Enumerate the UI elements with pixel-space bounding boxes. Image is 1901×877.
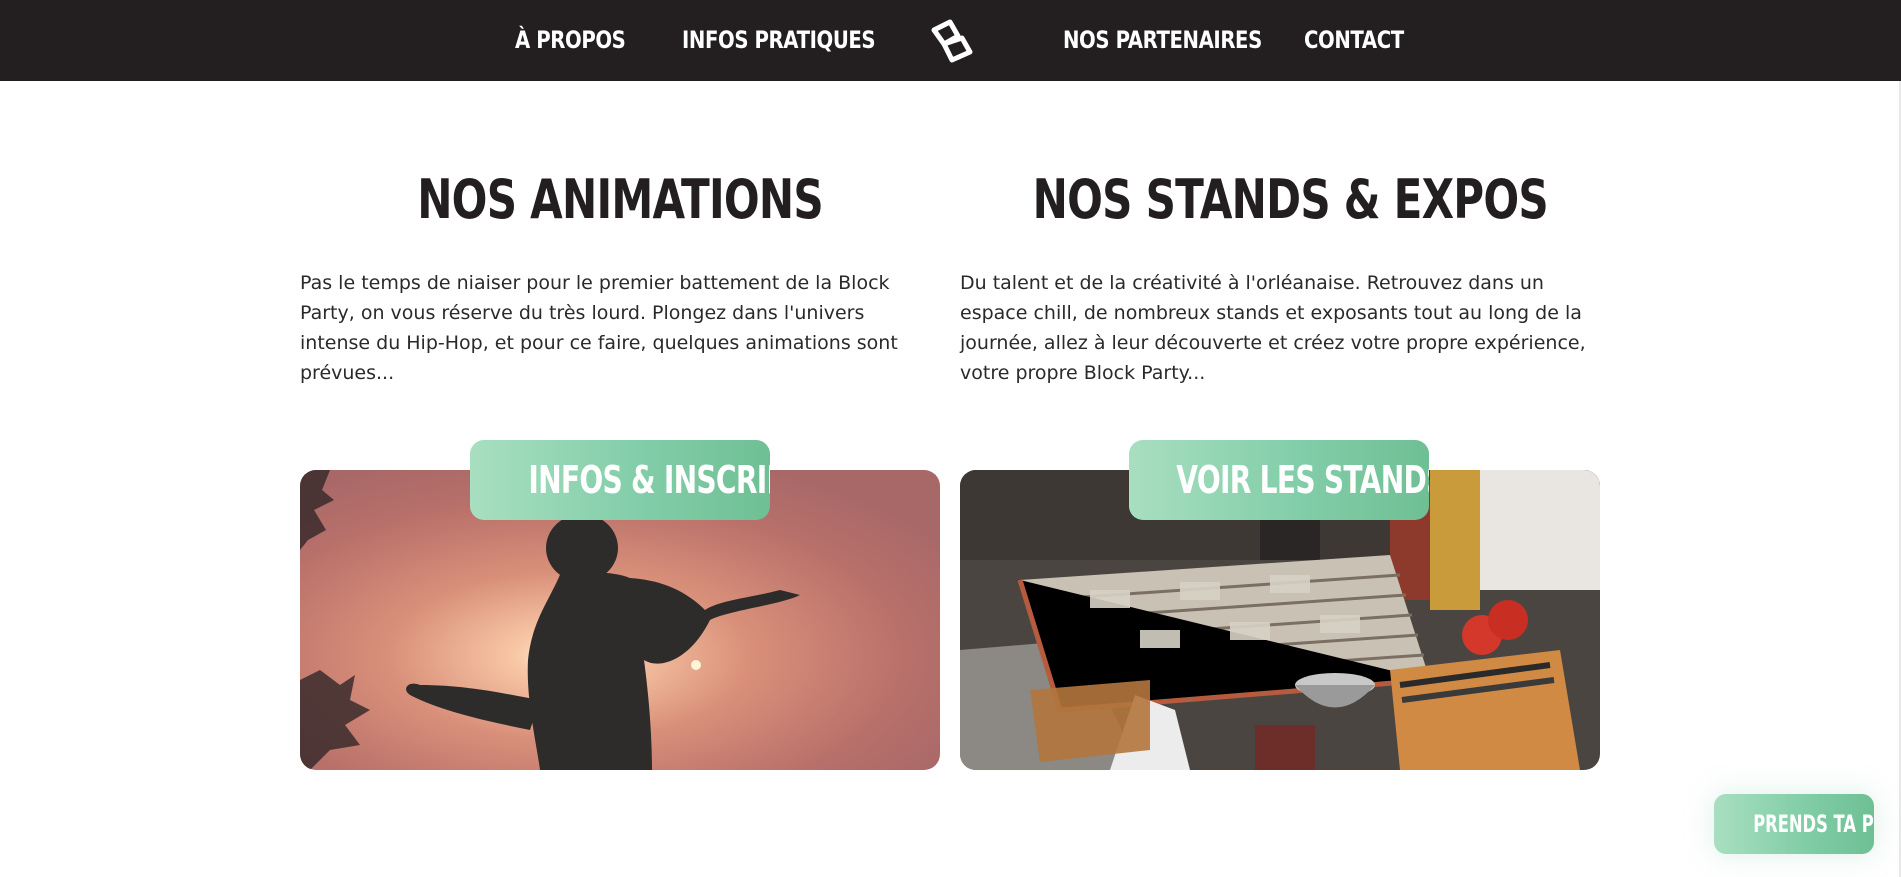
section-title-stands-text: NOS STANDS & EXPOS <box>1032 168 1549 231</box>
prends-ta-place-label: PRENDS TA PLACE <box>1753 810 1874 838</box>
voir-les-stands-button-label: VOIR LES STANDS <box>1176 458 1429 502</box>
prends-ta-place-button[interactable]: PRENDS TA PLACE <box>1714 794 1874 854</box>
nav-link-nos-partenaires[interactable]: NOS PARTENAIRES <box>1063 0 1262 81</box>
section-title-animations-text: NOS ANIMATIONS <box>417 168 823 231</box>
section-text-stands: Du talent et de la créativité à l'orléan… <box>960 272 1586 384</box>
block-party-logo-icon[interactable] <box>922 16 978 66</box>
voir-les-stands-button[interactable]: VOIR LES STANDS <box>1129 440 1429 520</box>
nav-link-infos-pratiques[interactable]: INFOS PRATIQUES <box>682 0 876 81</box>
section-text-animations: Pas le temps de niaiser pour le premier … <box>300 272 898 384</box>
infos-inscription-button-label: INFOS & INSCRIPTION <box>528 458 770 502</box>
infos-inscription-button[interactable]: INFOS & INSCRIPTION <box>470 440 770 520</box>
nav-link-a-propos[interactable]: À PROPOS <box>515 0 626 81</box>
section-title-animations: NOS ANIMATIONS <box>300 168 940 231</box>
section-title-stands: NOS STANDS & EXPOS <box>960 168 1600 231</box>
top-navigation: À PROPOS INFOS PRATIQUES NOS PARTENAIRES… <box>0 0 1901 81</box>
nav-link-contact[interactable]: CONTACT <box>1304 0 1404 81</box>
